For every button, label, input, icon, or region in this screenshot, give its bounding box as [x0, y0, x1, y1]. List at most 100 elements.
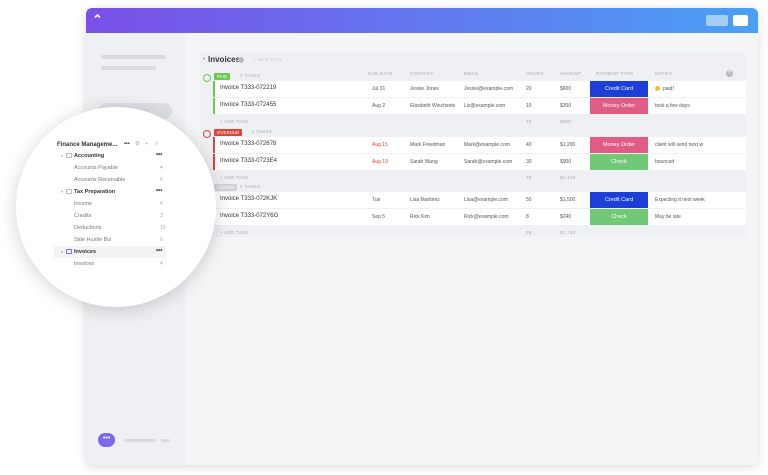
- item-count: 3: [160, 213, 163, 219]
- add-task-button[interactable]: + ADD TASK: [220, 230, 249, 235]
- hours[interactable]: 10: [526, 103, 532, 109]
- status-badge[interactable]: OVERDUE: [214, 129, 243, 136]
- task-name[interactable]: Invoice T333-072455: [220, 102, 276, 108]
- placeholder-bar: [101, 55, 166, 59]
- due-date[interactable]: Aug 15: [372, 142, 388, 148]
- contact[interactable]: Jessie Jones: [410, 86, 439, 92]
- new-task-button[interactable]: + NEW TASK: [253, 57, 283, 62]
- amount[interactable]: $1,500: [560, 197, 575, 203]
- more-icon[interactable]: •••: [124, 141, 130, 147]
- sidebar-item[interactable]: Invoices: [74, 261, 94, 267]
- chevron-down-icon[interactable]: ▾: [61, 249, 63, 254]
- space-name[interactable]: Finance Manageme...: [57, 142, 117, 148]
- payment-type[interactable]: Money Order: [590, 137, 648, 153]
- payment-type[interactable]: Credit Card: [590, 192, 648, 208]
- logo-icon: ⌃: [92, 12, 103, 27]
- hours[interactable]: 40: [526, 142, 532, 148]
- notes[interactable]: took a few days: [655, 103, 690, 109]
- collapse-group-icon[interactable]: [203, 130, 211, 138]
- column-header[interactable]: DUE DATE: [368, 71, 393, 76]
- item-count: 10: [160, 225, 166, 231]
- email[interactable]: Sarah@example.com: [464, 159, 512, 165]
- more-icon[interactable]: •••: [156, 248, 162, 254]
- email[interactable]: Lisa@example.com: [464, 197, 508, 203]
- column-header[interactable]: NOTES: [655, 71, 672, 76]
- sidebar-item[interactable]: Accounts Payable: [74, 165, 118, 171]
- due-date[interactable]: Tue: [372, 197, 380, 203]
- payment-type[interactable]: Check: [590, 154, 648, 170]
- sidebar-item[interactable]: Accounts Receivable: [74, 177, 125, 183]
- notes[interactable]: client will send next w: [655, 142, 703, 148]
- item-count: 4: [160, 165, 163, 171]
- column-header[interactable]: EMAIL: [464, 71, 479, 76]
- more-icon[interactable]: •••: [156, 152, 162, 158]
- header-button[interactable]: [733, 15, 748, 26]
- column-header[interactable]: AMOUNT: [560, 71, 581, 76]
- hours[interactable]: 30: [526, 159, 532, 165]
- notes[interactable]: paid!: [663, 86, 674, 92]
- due-date[interactable]: Jul 31: [372, 86, 385, 92]
- notes[interactable]: Expecting it next week: [655, 197, 705, 203]
- amount[interactable]: $900: [560, 159, 571, 165]
- task-name[interactable]: Invoice T333-072678: [220, 141, 276, 147]
- amount[interactable]: $300: [560, 103, 571, 109]
- task-name[interactable]: Invoice T333-072219: [220, 85, 276, 91]
- contact[interactable]: Mark Freedman: [410, 142, 445, 148]
- task-count: 2 TASKS: [252, 129, 273, 134]
- hours[interactable]: 8: [526, 214, 529, 220]
- collapse-group-icon[interactable]: [203, 74, 211, 82]
- task-name[interactable]: Invoice T333-072KJK: [220, 196, 277, 202]
- add-task-button[interactable]: + ADD TASK: [220, 119, 249, 124]
- contact[interactable]: Rick Kim: [410, 214, 430, 220]
- email[interactable]: Jessie@example.com: [464, 86, 513, 92]
- search-icon[interactable]: ⌕: [155, 141, 158, 148]
- info-icon[interactable]: [238, 57, 244, 63]
- contact[interactable]: Elizabeth Wincheste: [410, 103, 455, 109]
- due-date[interactable]: Aug 2: [372, 103, 385, 109]
- email[interactable]: Liz@example.com: [464, 103, 505, 109]
- sidebar-item[interactable]: Deductions: [74, 225, 102, 231]
- amount[interactable]: $600: [560, 86, 571, 92]
- contact[interactable]: Lisa Martinez: [410, 197, 440, 203]
- header-button[interactable]: [706, 15, 728, 26]
- folder-icon: [66, 189, 72, 194]
- collapse-icon[interactable]: ▾: [203, 56, 205, 61]
- sidebar-magnifier: Finance Manageme... ••• ⚙ + ⌕ ▾ Accountin…: [16, 107, 216, 307]
- task-name[interactable]: Invoice T333-0723E4: [220, 158, 277, 164]
- hours[interactable]: 20: [526, 86, 532, 92]
- chevron-down-icon[interactable]: ▾: [61, 189, 63, 194]
- emoji-icon: [655, 86, 660, 91]
- payment-type[interactable]: Check: [590, 209, 648, 225]
- task-name[interactable]: Invoice T333-072Y6G: [220, 213, 278, 219]
- more-icon[interactable]: •••: [156, 188, 162, 194]
- column-header[interactable]: CONTACT: [410, 71, 434, 76]
- amount[interactable]: $240: [560, 214, 571, 220]
- sidebar-item[interactable]: Side Hustle Biz: [74, 237, 111, 243]
- notes[interactable]: May be late: [655, 214, 681, 220]
- contact[interactable]: Sarah Wang: [410, 159, 438, 165]
- sidebar-folder[interactable]: Tax Preparation: [74, 189, 115, 195]
- amount[interactable]: $1,200: [560, 142, 575, 148]
- payment-type[interactable]: Credit Card: [590, 81, 648, 97]
- sidebar-folder[interactable]: Invoices: [74, 249, 96, 255]
- status-badge[interactable]: PAID: [214, 73, 231, 80]
- sidebar-folder[interactable]: Accounting: [74, 153, 104, 159]
- status-badge[interactable]: UNPAID: [214, 184, 237, 191]
- payment-type[interactable]: Money Order: [590, 98, 648, 114]
- due-date[interactable]: Sep 5: [372, 214, 385, 220]
- sidebar-item[interactable]: Income: [74, 201, 92, 207]
- sidebar-item[interactable]: Credits: [74, 213, 91, 219]
- add-task-button[interactable]: + ADD TASK: [220, 175, 249, 180]
- column-header[interactable]: PAYMENT TYPE: [596, 71, 634, 76]
- chevron-down-icon[interactable]: ▾: [61, 153, 63, 158]
- column-header[interactable]: HOURS: [526, 71, 544, 76]
- email[interactable]: Mark@example.com: [464, 142, 510, 148]
- add-column-icon[interactable]: +: [726, 70, 733, 77]
- hours[interactable]: 50: [526, 197, 532, 203]
- chat-icon[interactable]: •••: [98, 433, 115, 447]
- email[interactable]: Rick@example.com: [464, 214, 509, 220]
- add-icon[interactable]: +: [145, 141, 148, 147]
- notes[interactable]: bounced: [655, 159, 674, 165]
- due-date[interactable]: Aug 19: [372, 159, 388, 165]
- settings-icon[interactable]: ⚙: [135, 141, 140, 147]
